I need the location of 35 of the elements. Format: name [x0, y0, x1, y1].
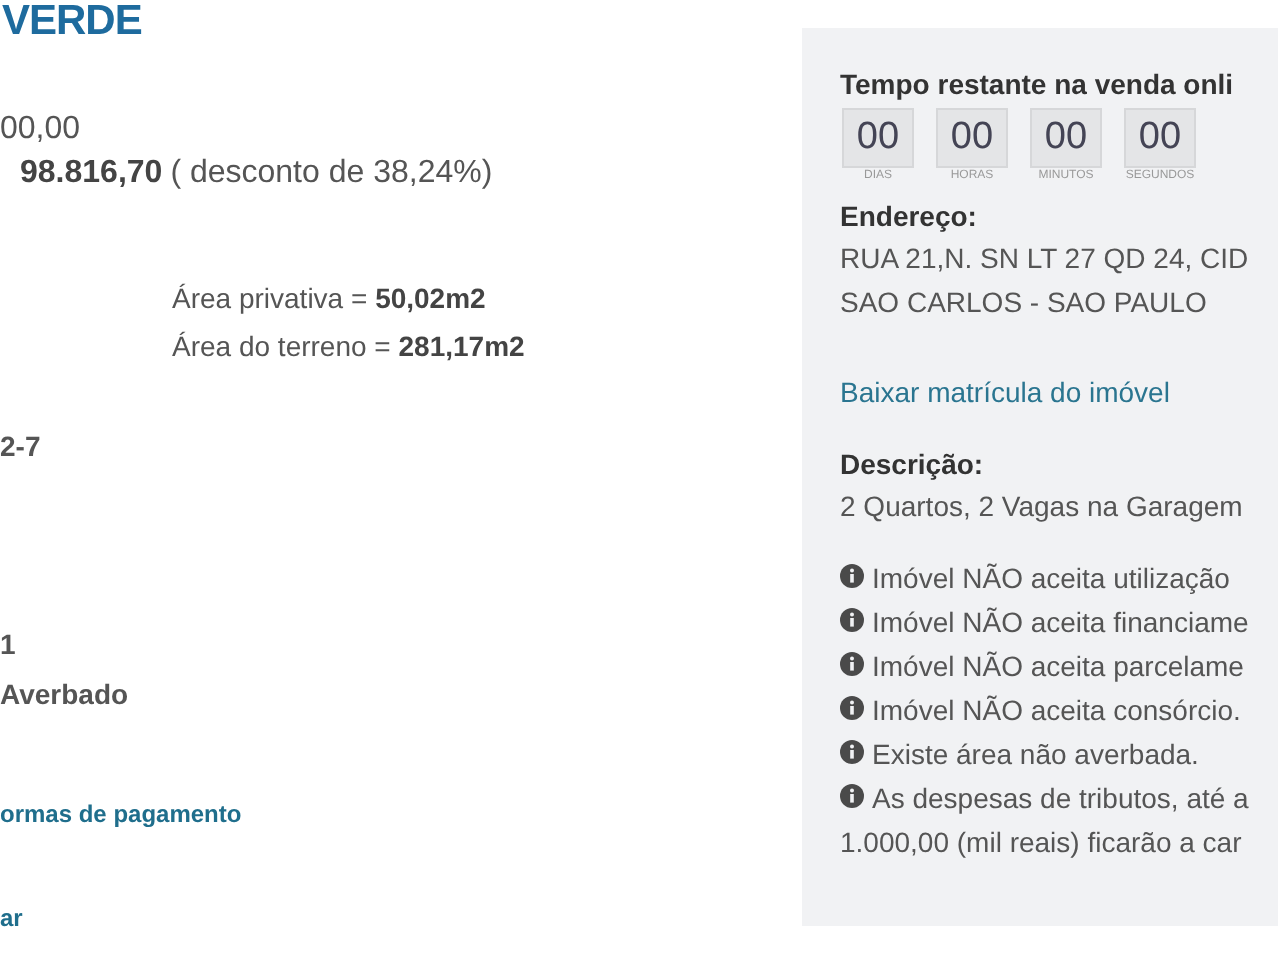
countdown-value: 00 [1030, 108, 1102, 168]
info-icon [840, 652, 864, 676]
original-price: 00,00 [0, 110, 83, 150]
payment-link[interactable]: ormas de pagamento [0, 798, 242, 830]
countdown-title: Tempo restante na venda onli [840, 66, 1234, 104]
download-link[interactable]: Baixar matrícula do imóvel [840, 372, 1170, 412]
notice-text: Imóvel NÃO aceita consórcio. [872, 692, 1241, 730]
countdown-value: 00 [1124, 108, 1196, 168]
brand-logo: VERDE [2, 0, 144, 44]
sale-price: 98.816,70 [20, 154, 163, 194]
area-text: Área do terreno = 281,17m2 [172, 328, 527, 366]
discount-text: ( desconto de 38,24%) [170, 154, 493, 194]
countdown-value: 00 [842, 108, 914, 168]
info-icon [840, 564, 864, 588]
notice-text: Imóvel NÃO aceita financiame [872, 604, 1249, 642]
area-text: Área privativa = 50,02m2 [172, 280, 488, 318]
info-icon [840, 608, 864, 632]
notice-text: Imóvel NÃO aceita utilização [872, 560, 1230, 598]
description-label: Descrição: [840, 446, 984, 484]
notice-text: As despesas de tributos, até a [872, 780, 1249, 818]
info-icon [840, 696, 864, 720]
detail-text: Averbado [0, 676, 129, 714]
notice-text: 1.000,00 (mil reais) ficarão a car [840, 824, 1242, 862]
notice-text: Existe área não averbada. [872, 736, 1199, 774]
address-text: SAO CARLOS - SAO PAULO [840, 284, 1207, 322]
link[interactable]: ar [0, 902, 23, 934]
address-text: RUA 21,N. SN LT 27 QD 24, CID [840, 240, 1249, 278]
detail-text: 2-7 [0, 428, 41, 466]
notice-text: Imóvel NÃO aceita parcelame [872, 648, 1244, 686]
info-icon [840, 784, 864, 808]
countdown-value: 00 [936, 108, 1008, 168]
info-icon [840, 740, 864, 764]
address-label: Endereço: [840, 198, 977, 236]
detail-text: 1 [0, 626, 16, 664]
description-text: 2 Quartos, 2 Vagas na Garagem [840, 488, 1243, 526]
